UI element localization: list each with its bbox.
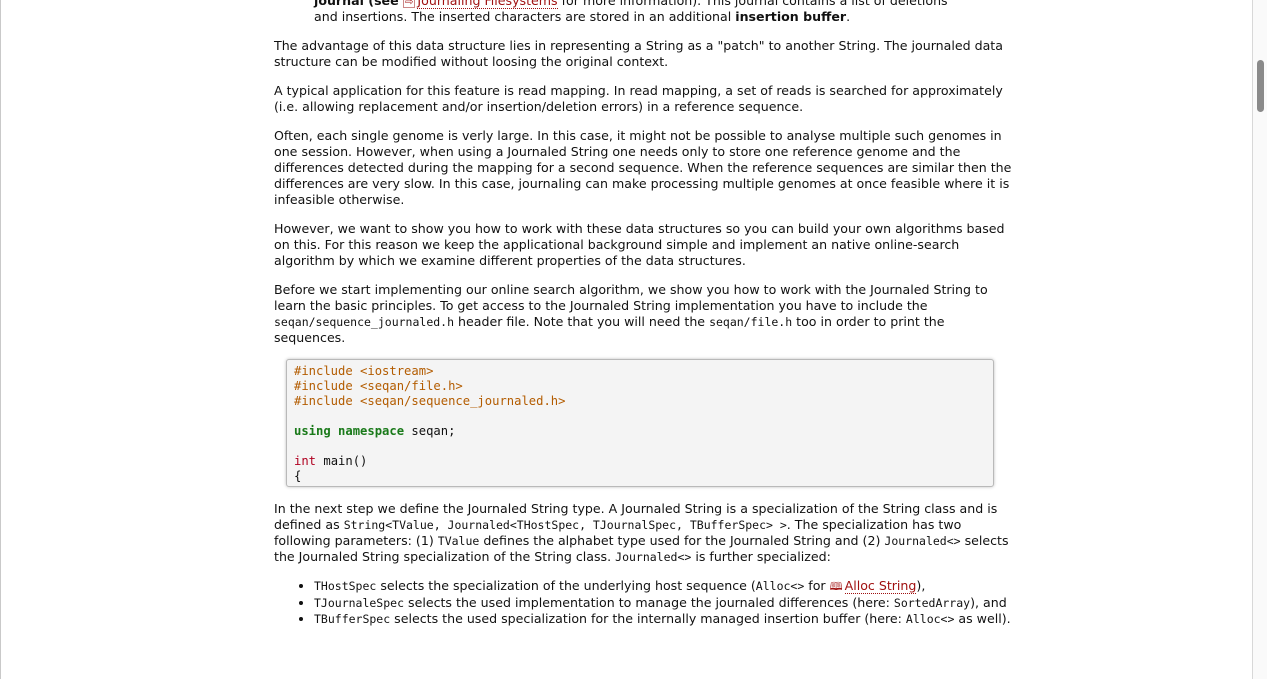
before-paragraph: Before we start implementing our online … <box>274 282 988 345</box>
list-item: THostSpec selects the specialization of … <box>314 578 1014 595</box>
advantage-paragraph: The advantage of this data structure lie… <box>274 38 1003 69</box>
journaled-code: Journaled<> <box>884 534 961 548</box>
document-content: journal (see ⇨ Journaling Filesystems for… <box>274 0 1014 627</box>
genomes-paragraph: Often, each single genome is verly large… <box>274 128 1012 207</box>
vertical-scrollbar[interactable] <box>1253 0 1267 679</box>
code-brace-line: { <box>294 469 302 483</box>
alloc-string-link[interactable]: Alloc String <box>844 578 917 594</box>
journal-intro-text-2: and insertions. The inserted characters … <box>314 9 736 24</box>
code-using-line: using namespace seqan; <box>294 424 456 438</box>
journal-intro-text: for more information). This journal cont… <box>557 0 948 8</box>
application-paragraph: A typical application for this feature i… <box>274 83 1003 114</box>
insertion-buffer-term: insertion buffer <box>735 9 847 24</box>
next-step-paragraph: In the next step we define the Journaled… <box>274 501 1009 564</box>
journaled-code-2: Journaled<> <box>615 550 692 564</box>
journal-intro-period: . <box>846 9 851 24</box>
window-left-border <box>0 0 1 679</box>
journal-term: journal (see <box>314 0 404 8</box>
code-include-journaled: #include <seqan/sequence_journaled.h> <box>294 394 566 408</box>
list-item: TJournaleSpec selects the used implement… <box>314 595 1014 611</box>
however-paragraph: However, we want to show you how to work… <box>274 221 1005 268</box>
list-item: TBufferSpec selects the used specializat… <box>314 611 1014 627</box>
scrollbar-thumb[interactable] <box>1257 60 1264 112</box>
string-type-code: String<TValue, Journaled<THostSpec, TJou… <box>343 518 787 532</box>
code-include-iostream: #include <iostream> <box>294 364 434 378</box>
tvalue-code: TValue <box>437 534 480 548</box>
code-include-file: #include <seqan/file.h> <box>294 379 463 393</box>
spec-list: THostSpec selects the specialization of … <box>274 578 1014 627</box>
code-main-line: int main() <box>294 454 368 468</box>
book-icon: 🕮 <box>829 580 843 593</box>
journal-intro-paragraph: journal (see ⇨ Journaling Filesystems for… <box>274 0 1014 25</box>
code-block: #include <iostream> #include <seqan/file… <box>286 359 994 487</box>
file-header-code: seqan/file.h <box>709 315 793 329</box>
journaled-header-code: seqan/sequence_journaled.h <box>274 315 455 329</box>
journaling-filesystems-link[interactable]: Journaling Filesystems <box>417 0 558 9</box>
external-link-icon: ⇨ <box>403 0 416 8</box>
